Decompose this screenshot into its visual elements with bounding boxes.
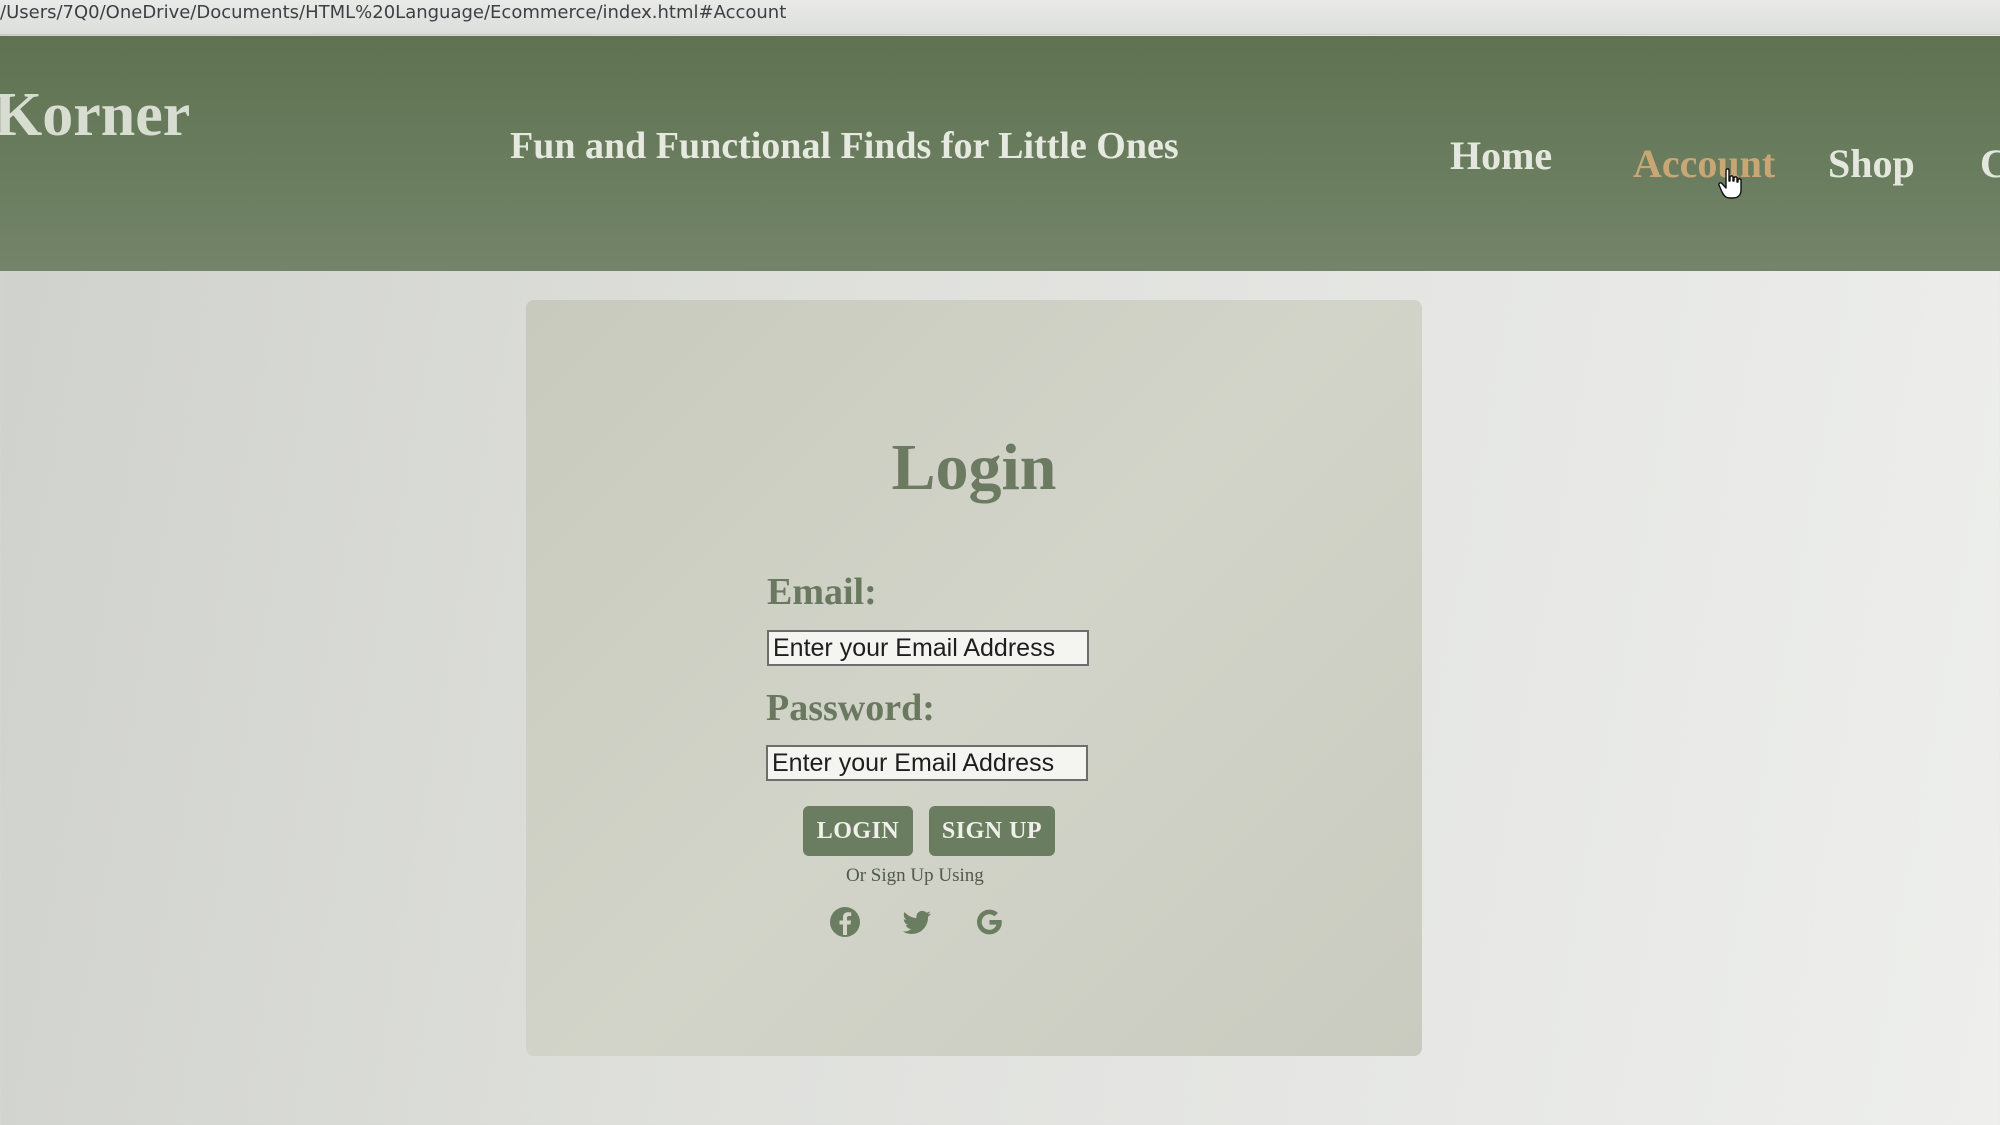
signup-button[interactable]: SIGN UP: [929, 806, 1055, 856]
brand-logo-text[interactable]: Korner: [0, 80, 190, 151]
email-input[interactable]: [767, 630, 1089, 666]
nav-link-account[interactable]: Account: [1633, 140, 1775, 187]
site-tagline: Fun and Functional Finds for Little Ones: [510, 125, 1179, 167]
nav-link-partial[interactable]: C: [1980, 140, 2000, 187]
login-heading: Login: [891, 431, 1057, 504]
login-card: Login Email: Password: LOGIN SIGN UP Or …: [526, 300, 1422, 1056]
password-label: Password:: [766, 687, 935, 729]
nav-link-home[interactable]: Home: [1450, 132, 1552, 179]
google-icon[interactable]: [972, 905, 1006, 939]
site-header: Korner Fun and Functional Finds for Litt…: [0, 36, 2000, 271]
nav-link-shop[interactable]: Shop: [1828, 140, 1915, 187]
password-input[interactable]: [766, 745, 1088, 781]
browser-address-bar[interactable]: /Users/7Q0/OneDrive/Documents/HTML%20Lan…: [0, 0, 2000, 35]
hand-cursor-icon: [1718, 168, 1742, 199]
email-label: Email:: [767, 571, 877, 613]
alt-signup-text: Or Sign Up Using: [846, 865, 984, 886]
login-button[interactable]: LOGIN: [803, 806, 913, 856]
url-text[interactable]: /Users/7Q0/OneDrive/Documents/HTML%20Lan…: [0, 2, 786, 23]
facebook-icon[interactable]: [828, 905, 862, 939]
twitter-icon[interactable]: [900, 905, 934, 939]
